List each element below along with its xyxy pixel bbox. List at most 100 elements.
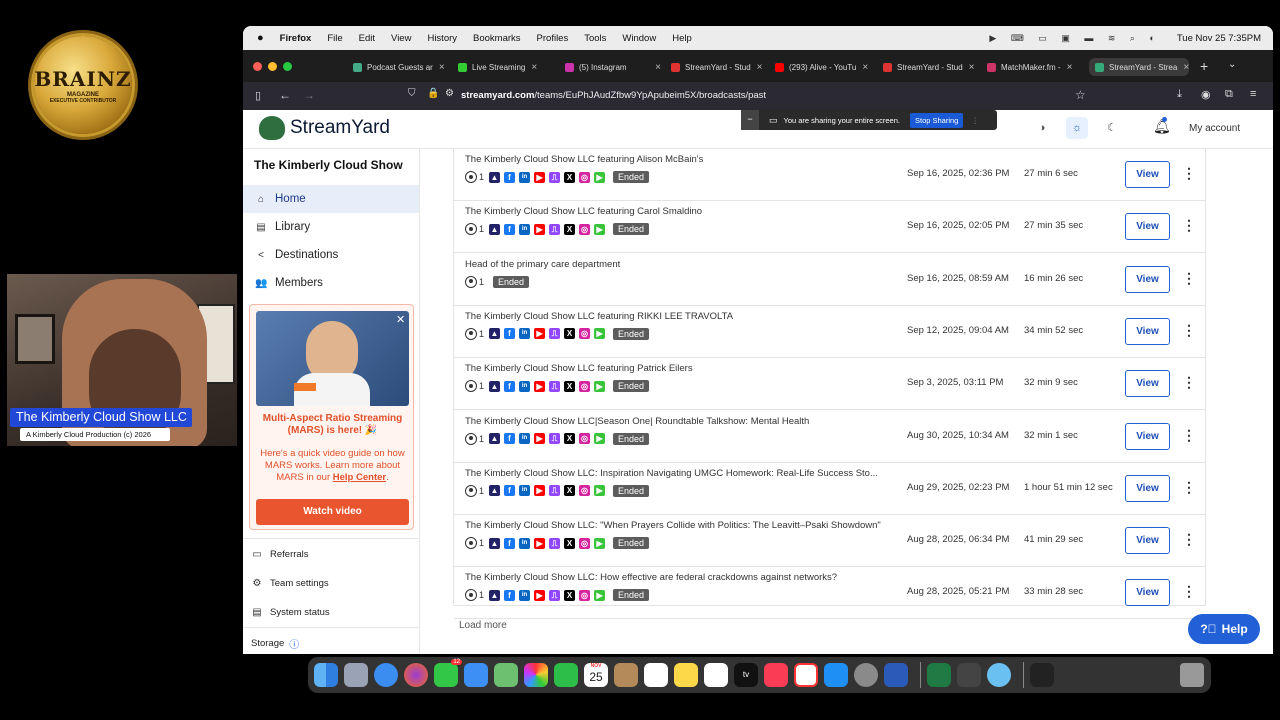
broadcast-title[interactable]: The Kimberly Cloud Show LLC: Inspiration…: [465, 468, 895, 479]
music-icon[interactable]: [764, 663, 788, 687]
menu-profiles[interactable]: Profiles: [537, 33, 569, 44]
view-button[interactable]: View: [1125, 213, 1170, 241]
excel-icon[interactable]: [927, 663, 951, 687]
trash-icon[interactable]: [1180, 663, 1204, 687]
menu-bookmarks[interactable]: Bookmarks: [473, 33, 521, 44]
tab-4[interactable]: (293) Alive - YouTu ×: [775, 58, 873, 76]
sidebar-item-members[interactable]: 👥 Members: [243, 269, 419, 297]
close-icon[interactable]: ×: [1183, 62, 1189, 73]
close-icon[interactable]: ×: [655, 62, 661, 73]
broadcast-row[interactable]: The Kimberly Cloud Show LLC|Season One| …: [454, 411, 1205, 463]
view-button[interactable]: View: [1125, 579, 1170, 607]
broadcast-title[interactable]: The Kimberly Cloud Show LLC featuring Ca…: [465, 206, 895, 217]
facetime-icon[interactable]: [554, 663, 578, 687]
bookmark-star-icon[interactable]: ☆: [1075, 88, 1086, 102]
tab-6[interactable]: MatchMaker.fm - ×: [987, 58, 1085, 76]
promo-video-thumbnail[interactable]: ✕: [256, 311, 409, 406]
close-icon[interactable]: ×: [1067, 62, 1073, 73]
apple-tv-icon[interactable]: tv: [734, 663, 758, 687]
view-button[interactable]: View: [1125, 265, 1170, 293]
launchpad-icon[interactable]: [344, 663, 368, 687]
help-circle-icon[interactable]: ⓘ: [289, 636, 299, 651]
menu-edit[interactable]: Edit: [359, 33, 375, 44]
close-icon[interactable]: ×: [531, 62, 537, 73]
sidebar-item-library[interactable]: ▤ Library: [243, 213, 419, 241]
broadcast-row[interactable]: The Kimberly Cloud Show LLC: How effecti…: [454, 567, 1205, 620]
close-icon[interactable]: ×: [439, 62, 445, 73]
close-icon[interactable]: ×: [969, 62, 975, 73]
reminders-icon[interactable]: [644, 663, 668, 687]
broadcast-row[interactable]: The Kimberly Cloud Show LLC featuring Ca…: [454, 201, 1205, 254]
menu-help[interactable]: Help: [672, 33, 692, 44]
broadcast-row[interactable]: The Kimberly Cloud Show LLC: Inspiration…: [454, 463, 1205, 515]
safari-icon[interactable]: [374, 663, 398, 687]
menu-window[interactable]: Window: [622, 33, 656, 44]
word-icon[interactable]: [884, 663, 908, 687]
broadcast-title[interactable]: Head of the primary care department: [465, 259, 895, 270]
tab-2[interactable]: (5) Instagram ×: [565, 58, 661, 76]
recent-window-icon[interactable]: [1060, 663, 1084, 687]
close-icon[interactable]: ✕: [396, 313, 405, 326]
view-button[interactable]: View: [1125, 474, 1170, 502]
quicktime-icon[interactable]: [987, 663, 1011, 687]
recent-window-icon[interactable]: [1150, 663, 1174, 687]
more-options-icon[interactable]: ⋮: [1182, 530, 1196, 550]
bell-icon[interactable]: 🔔︎: [1153, 117, 1171, 135]
broadcast-row[interactable]: The Kimberly Cloud Show LLC featuring Pa…: [454, 358, 1205, 411]
more-options-icon[interactable]: ⋮: [1182, 373, 1196, 393]
photos-icon[interactable]: [524, 663, 548, 687]
finder-icon[interactable]: [314, 663, 338, 687]
system-settings-icon[interactable]: [854, 663, 878, 687]
menu-view[interactable]: View: [391, 33, 411, 44]
sun-icon[interactable]: ☼: [1066, 117, 1088, 139]
sidebar-item-home[interactable]: ⌂ Home: [243, 185, 419, 213]
view-button[interactable]: View: [1125, 317, 1170, 345]
account-icon[interactable]: ◉: [1201, 88, 1211, 101]
watch-video-button[interactable]: Watch video: [256, 499, 409, 525]
minimize-icon[interactable]: −: [741, 110, 759, 130]
broadcast-title[interactable]: The Kimberly Cloud Show LLC|Season One| …: [465, 416, 895, 427]
forward-icon[interactable]: →: [303, 88, 315, 102]
sidebar-item-referrals[interactable]: ▭ Referrals: [243, 542, 419, 566]
sidebar-item-destinations[interactable]: < Destinations: [243, 241, 419, 269]
back-icon[interactable]: ←: [279, 88, 291, 102]
broadcast-row[interactable]: The Kimberly Cloud Show LLC featuring Al…: [454, 149, 1205, 201]
download-icon[interactable]: ⤓: [1177, 88, 1182, 101]
calendar-icon[interactable]: NOV 25: [584, 663, 608, 687]
site-settings-icon[interactable]: ⚙: [445, 88, 454, 99]
my-account-link[interactable]: My account: [1189, 123, 1240, 134]
lock-icon[interactable]: 🔒: [427, 88, 439, 99]
storage-link[interactable]: Storage ⓘ: [243, 631, 419, 654]
view-button[interactable]: View: [1125, 422, 1170, 450]
menu-file[interactable]: File: [327, 33, 342, 44]
close-icon[interactable]: ×: [757, 62, 763, 73]
sidebar-item-system-status[interactable]: ▤ System status: [243, 600, 419, 624]
drag-handle-icon[interactable]: ⋮: [971, 116, 979, 125]
broadcast-row[interactable]: The Kimberly Cloud Show LLC featuring RI…: [454, 306, 1205, 358]
more-options-icon[interactable]: ⋮: [1182, 269, 1196, 289]
tab-5[interactable]: StreamYard - Stud ×: [883, 58, 976, 76]
more-options-icon[interactable]: ⋮: [1182, 216, 1196, 236]
status-icons[interactable]: ▶ ⌨ ▭ ▣ ▬ ≋ ⌕ ◐: [989, 33, 1160, 44]
broadcast-title[interactable]: The Kimberly Cloud Show LLC: How effecti…: [465, 572, 895, 583]
view-button[interactable]: View: [1125, 527, 1170, 555]
new-tab-icon[interactable]: +: [1200, 58, 1208, 74]
view-button[interactable]: View: [1125, 370, 1170, 398]
stop-sharing-button[interactable]: Stop Sharing: [909, 112, 964, 128]
view-button[interactable]: View: [1125, 161, 1170, 188]
chevron-down-icon[interactable]: ⌄: [1228, 59, 1236, 70]
notes-icon[interactable]: [674, 663, 698, 687]
more-options-icon[interactable]: ⋮: [1182, 426, 1196, 446]
tab-7[interactable]: StreamYard - Strea ×: [1089, 58, 1189, 76]
help-center-link[interactable]: Help Center: [333, 472, 386, 483]
recent-window-icon[interactable]: [1030, 663, 1054, 687]
traffic-lights[interactable]: [253, 62, 292, 71]
more-options-icon[interactable]: ⋮: [1182, 582, 1196, 602]
menu-tools[interactable]: Tools: [584, 33, 606, 44]
messages-icon[interactable]: 12: [434, 659, 462, 687]
broadcast-title[interactable]: The Kimberly Cloud Show LLC: "When Praye…: [465, 520, 895, 531]
menu-history[interactable]: History: [427, 33, 457, 44]
mail-icon[interactable]: [464, 663, 488, 687]
maps-icon[interactable]: [494, 663, 518, 687]
recent-window-icon[interactable]: [1120, 663, 1144, 687]
